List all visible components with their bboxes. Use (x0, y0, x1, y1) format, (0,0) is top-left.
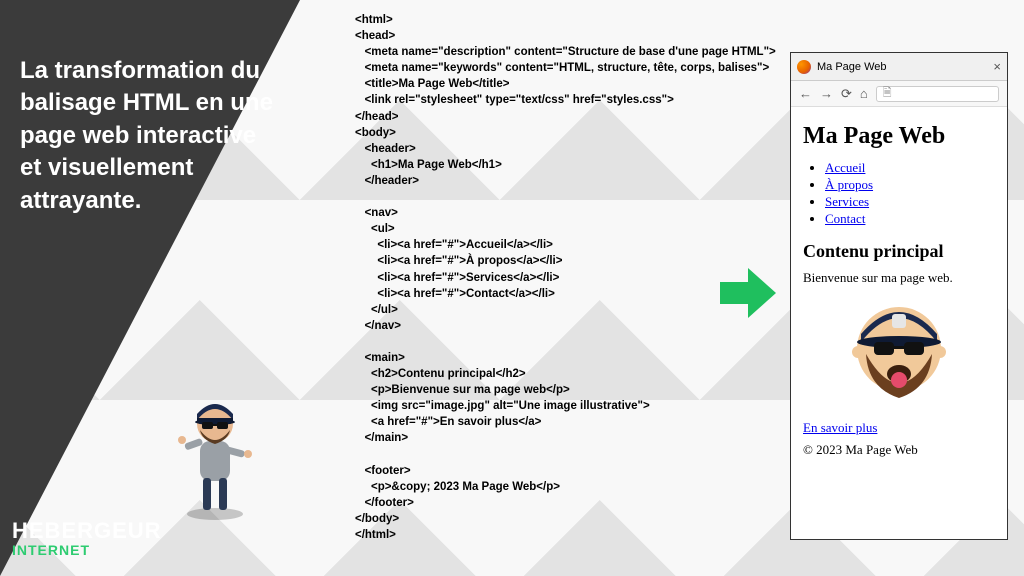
home-icon[interactable]: ⌂ (860, 86, 868, 101)
page-title: Ma Page Web (803, 123, 995, 150)
browser-tab-bar: Ma Page Web × (791, 53, 1007, 81)
section-heading: Contenu principal (803, 241, 995, 262)
brand-logo: HEBERGEUR INTERNET (12, 518, 162, 558)
tab-title[interactable]: Ma Page Web (817, 61, 987, 73)
doc-icon: 🗎 (883, 84, 892, 103)
back-icon[interactable]: ← (799, 86, 812, 101)
headline-text: La transformation du balisage HTML en un… (20, 55, 280, 217)
browser-preview: Ma Page Web × ← → ⟳ ⌂ 🗎 Ma Page Web Accu… (790, 52, 1008, 540)
logo-line2: INTERNET (12, 542, 162, 558)
green-arrow-icon (720, 268, 780, 318)
forward-icon[interactable]: → (820, 86, 833, 101)
logo-line1: HEBERGEUR (12, 518, 162, 544)
browser-nav-bar: ← → ⟳ ⌂ 🗎 (791, 81, 1007, 107)
reload-icon[interactable]: ⟳ (841, 86, 852, 102)
left-panel: La transformation du balisage HTML en un… (0, 0, 400, 576)
illustrative-image (803, 294, 995, 418)
nav-list: Accueil À propos Services Contact (803, 160, 995, 227)
nav-link-accueil[interactable]: Accueil (825, 160, 865, 175)
rendered-page: Ma Page Web Accueil À propos Services Co… (791, 107, 1007, 474)
nav-link-apropos[interactable]: À propos (825, 177, 873, 192)
url-field[interactable]: 🗎 (876, 86, 999, 102)
mascot-avatar (170, 386, 260, 526)
more-link[interactable]: En savoir plus (803, 420, 877, 435)
nav-link-services[interactable]: Services (825, 194, 869, 209)
firefox-icon (797, 60, 811, 74)
welcome-text: Bienvenue sur ma page web. (803, 270, 995, 286)
tab-close-icon[interactable]: × (993, 59, 1001, 74)
nav-link-contact[interactable]: Contact (825, 211, 865, 226)
copyright-text: © 2023 Ma Page Web (803, 442, 995, 458)
html-code-block: <html> <head> <meta name="description" c… (355, 12, 745, 543)
